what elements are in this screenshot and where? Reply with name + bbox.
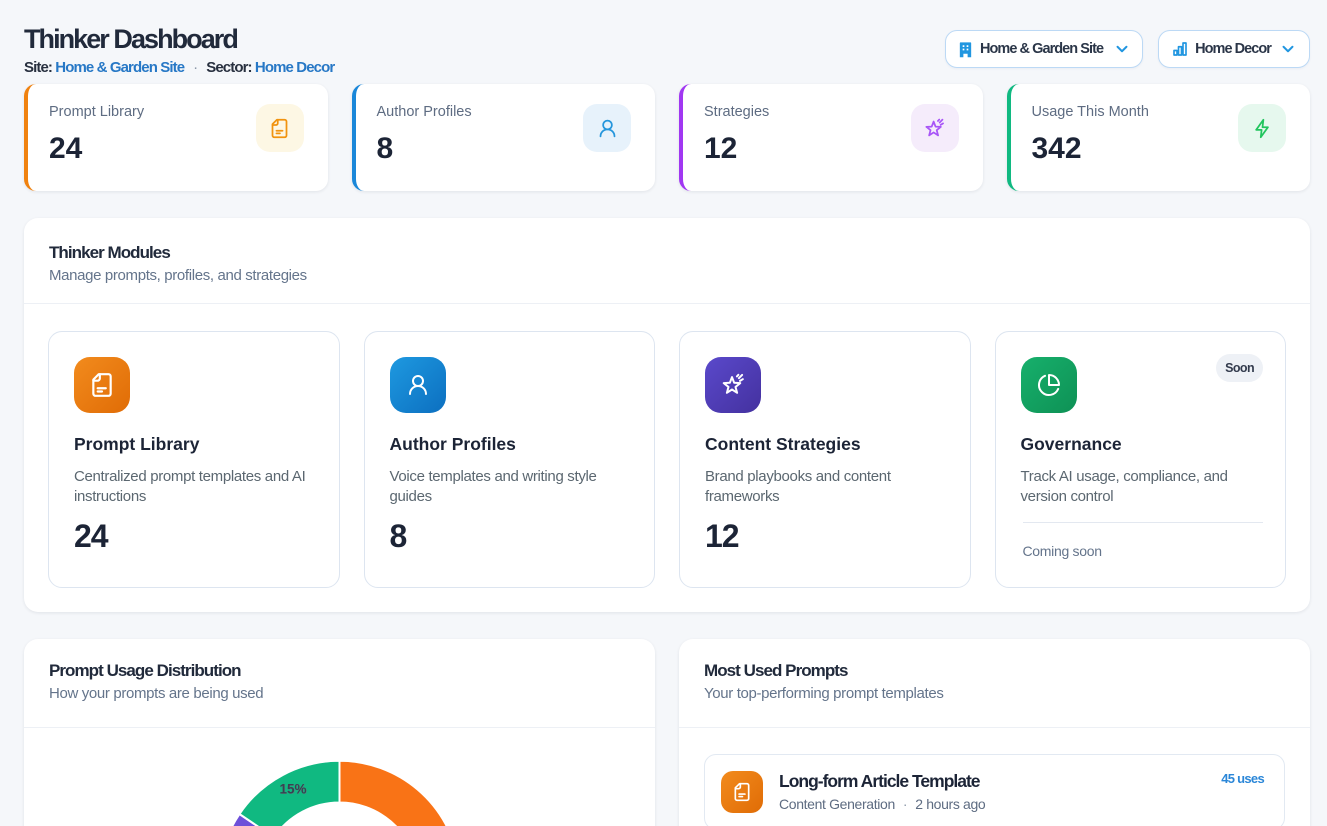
svg-text:15%: 15% xyxy=(279,782,306,797)
